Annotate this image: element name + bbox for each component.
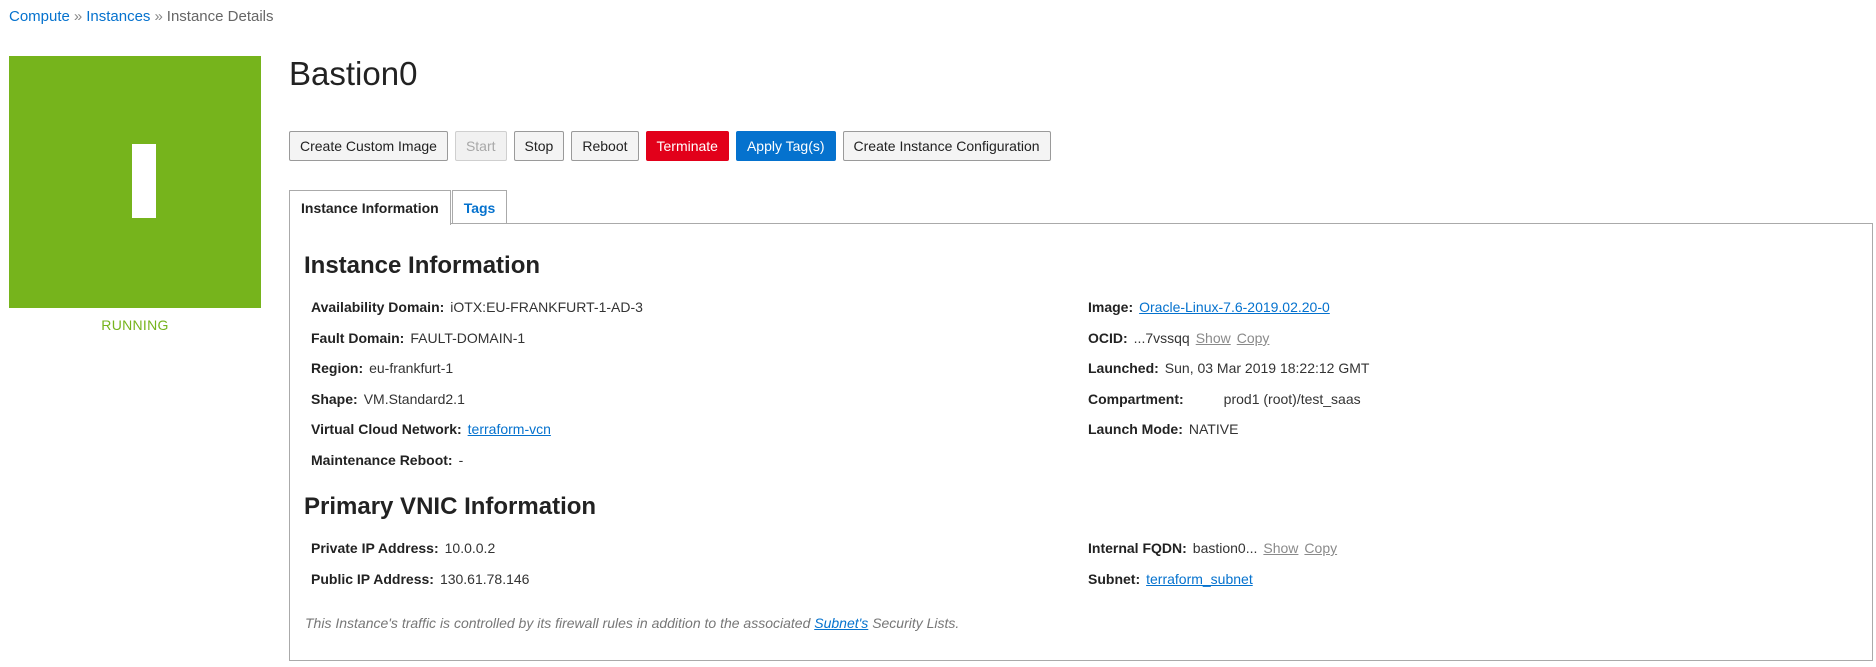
image-field: Image: Oracle-Linux-7.6-2019.02.20-0 xyxy=(1088,299,1330,315)
instance-status-label: RUNNING xyxy=(101,317,169,333)
compartment-label: Compartment: xyxy=(1088,391,1184,407)
vcn-label: Virtual Cloud Network: xyxy=(311,421,462,437)
breadcrumb-compute-link[interactable]: Compute xyxy=(9,8,70,25)
compartment-value: prod1 (root)/test_saas xyxy=(1223,391,1361,407)
internal-fqdn-label: Internal FQDN: xyxy=(1088,540,1187,556)
fault-domain-label: Fault Domain: xyxy=(311,330,405,346)
image-label: Image: xyxy=(1088,299,1134,315)
availability-domain-label: Availability Domain: xyxy=(311,299,445,315)
breadcrumb-instances-link[interactable]: Instances xyxy=(86,8,150,25)
fault-domain-value: FAULT-DOMAIN-1 xyxy=(410,330,526,346)
instance-information-heading: Instance Information xyxy=(304,252,541,279)
shape-field: Shape: VM.Standard2.1 xyxy=(311,391,465,407)
vcn-field: Virtual Cloud Network: terraform-vcn xyxy=(311,421,551,437)
terminate-button[interactable]: Terminate xyxy=(645,131,729,161)
region-value: eu-frankfurt-1 xyxy=(369,360,454,376)
maintenance-reboot-field: Maintenance Reboot: - xyxy=(311,452,463,468)
note-suffix: Security Lists. xyxy=(872,615,960,631)
subnet-link[interactable]: terraform_subnet xyxy=(1146,571,1253,587)
private-ip-label: Private IP Address: xyxy=(311,540,439,556)
internal-fqdn-field: Internal FQDN: bastion0... Show Copy xyxy=(1088,540,1337,556)
breadcrumb: Compute» Instances» Instance Details xyxy=(9,8,274,25)
maintenance-reboot-label: Maintenance Reboot: xyxy=(311,452,453,468)
stop-button[interactable]: Stop xyxy=(513,131,565,161)
availability-domain-field: Availability Domain: iOTX:EU-FRANKFURT-1-… xyxy=(311,299,643,315)
fqdn-show-link[interactable]: Show xyxy=(1263,540,1298,556)
instance-letter-icon xyxy=(132,144,156,218)
private-ip-value: 10.0.0.2 xyxy=(444,540,496,556)
tab-tags[interactable]: Tags xyxy=(451,190,508,224)
breadcrumb-current: Instance Details xyxy=(166,8,274,25)
image-link[interactable]: Oracle-Linux-7.6-2019.02.20-0 xyxy=(1139,299,1330,315)
launched-value: Sun, 03 Mar 2019 18:22:12 GMT xyxy=(1164,360,1370,376)
create-instance-configuration-button[interactable]: Create Instance Configuration xyxy=(842,131,1051,161)
breadcrumb-separator: » xyxy=(154,8,163,25)
tab-bar: Instance Information Tags xyxy=(289,190,508,225)
public-ip-field: Public IP Address: 130.61.78.146 xyxy=(311,571,529,587)
ocid-field: OCID: ...7vssqq Show Copy xyxy=(1088,330,1269,346)
instance-details-panel: Instance Information Availability Domain… xyxy=(289,223,1873,661)
vcn-link[interactable]: terraform-vcn xyxy=(468,421,551,437)
launch-mode-value: NATIVE xyxy=(1188,421,1239,437)
instance-status-tile xyxy=(9,56,261,308)
subnet-field: Subnet: terraform_subnet xyxy=(1088,571,1253,587)
region-field: Region: eu-frankfurt-1 xyxy=(311,360,453,376)
primary-vnic-heading: Primary VNIC Information xyxy=(304,493,597,520)
ocid-show-link[interactable]: Show xyxy=(1196,330,1231,346)
breadcrumb-separator: » xyxy=(73,8,83,25)
launched-label: Launched: xyxy=(1088,360,1159,376)
action-toolbar: Create Custom Image Start Stop Reboot Te… xyxy=(289,131,1051,161)
shape-value: VM.Standard2.1 xyxy=(363,391,465,407)
reboot-button[interactable]: Reboot xyxy=(571,131,639,161)
internal-fqdn-value: bastion0... xyxy=(1192,540,1258,556)
tab-instance-information[interactable]: Instance Information xyxy=(289,190,451,225)
ocid-value: ...7vssqq xyxy=(1133,330,1190,346)
fqdn-copy-link[interactable]: Copy xyxy=(1304,540,1337,556)
start-button[interactable]: Start xyxy=(454,131,507,161)
ocid-copy-link[interactable]: Copy xyxy=(1237,330,1270,346)
ocid-label: OCID: xyxy=(1088,330,1128,346)
launched-field: Launched: Sun, 03 Mar 2019 18:22:12 GMT xyxy=(1088,360,1369,376)
compartment-field: Compartment: prod1 (root)/test_saas xyxy=(1088,391,1361,407)
availability-domain-value: iOTX:EU-FRANKFURT-1-AD-3 xyxy=(450,299,643,315)
fault-domain-field: Fault Domain: FAULT-DOMAIN-1 xyxy=(311,330,525,346)
shape-label: Shape: xyxy=(311,391,358,407)
subnet-label: Subnet: xyxy=(1088,571,1141,587)
note-prefix: This Instance's traffic is controlled by… xyxy=(305,615,811,631)
region-label: Region: xyxy=(311,360,364,376)
security-lists-note: This Instance's traffic is controlled by… xyxy=(305,615,959,631)
page-title: Bastion0 xyxy=(289,55,418,92)
create-custom-image-button[interactable]: Create Custom Image xyxy=(289,131,448,161)
maintenance-reboot-value: - xyxy=(458,452,464,468)
subnet-security-link[interactable]: Subnet's xyxy=(814,615,868,631)
launch-mode-field: Launch Mode: NATIVE xyxy=(1088,421,1238,437)
launch-mode-label: Launch Mode: xyxy=(1088,421,1183,437)
private-ip-field: Private IP Address: 10.0.0.2 xyxy=(311,540,495,556)
public-ip-value: 130.61.78.146 xyxy=(439,571,530,587)
public-ip-label: Public IP Address: xyxy=(311,571,434,587)
apply-tags-button[interactable]: Apply Tag(s) xyxy=(735,131,836,161)
